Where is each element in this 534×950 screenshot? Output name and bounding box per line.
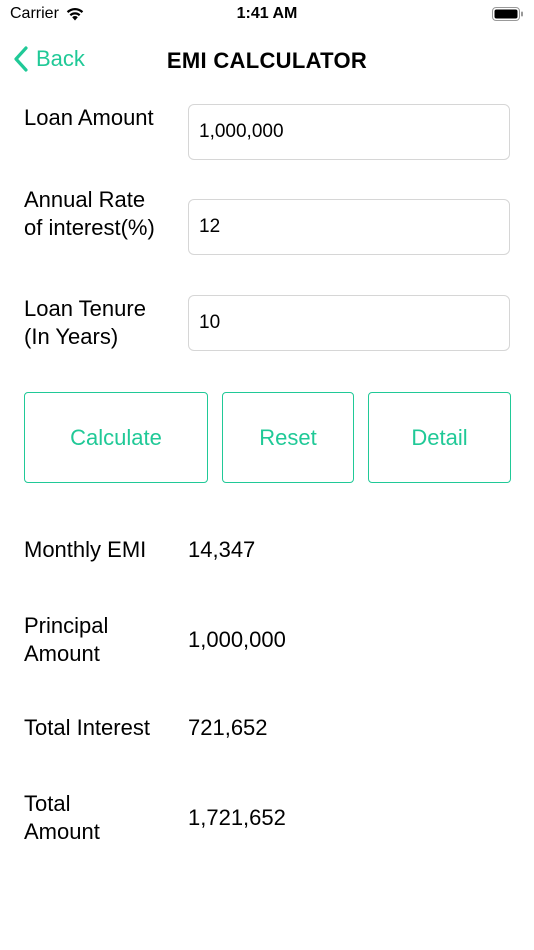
- loan-amount-row: Loan Amount: [24, 104, 512, 160]
- monthly-emi-value: 14,347: [188, 537, 256, 562]
- detail-button[interactable]: Detail: [368, 392, 511, 483]
- status-bar: Carrier 1:41 AM: [0, 0, 534, 30]
- status-time: 1:41 AM: [236, 5, 298, 22]
- interest-rate-input[interactable]: [188, 199, 510, 255]
- interest-rate-row: Annual Rate of interest(%): [24, 186, 512, 270]
- loan-tenure-label: Loan Tenure (In Years): [24, 296, 146, 349]
- total-interest-value: 721,652: [188, 715, 268, 740]
- principal-amount-value: 1,000,000: [188, 627, 286, 652]
- total-amount-label: Total Amount: [24, 791, 100, 844]
- interest-rate-label: Annual Rate of interest(%): [24, 187, 155, 240]
- loan-amount-input[interactable]: [188, 104, 510, 160]
- reset-button[interactable]: Reset: [222, 392, 354, 483]
- total-amount-value: 1,721,652: [188, 805, 286, 830]
- page-title: EMI CALCULATOR: [166, 48, 368, 73]
- loan-tenure-input[interactable]: [188, 295, 510, 351]
- calculate-button[interactable]: Calculate: [24, 392, 208, 483]
- loan-amount-label: Loan Amount: [24, 105, 154, 130]
- principal-amount-label: Principal Amount: [24, 613, 109, 666]
- total-interest-label: Total Interest: [24, 715, 150, 740]
- monthly-emi-label: Monthly EMI: [24, 537, 147, 562]
- battery-icon: [492, 7, 524, 21]
- loan-tenure-row: Loan Tenure (In Years): [24, 295, 512, 351]
- navigation-bar: Back EMI CALCULATOR: [0, 40, 534, 84]
